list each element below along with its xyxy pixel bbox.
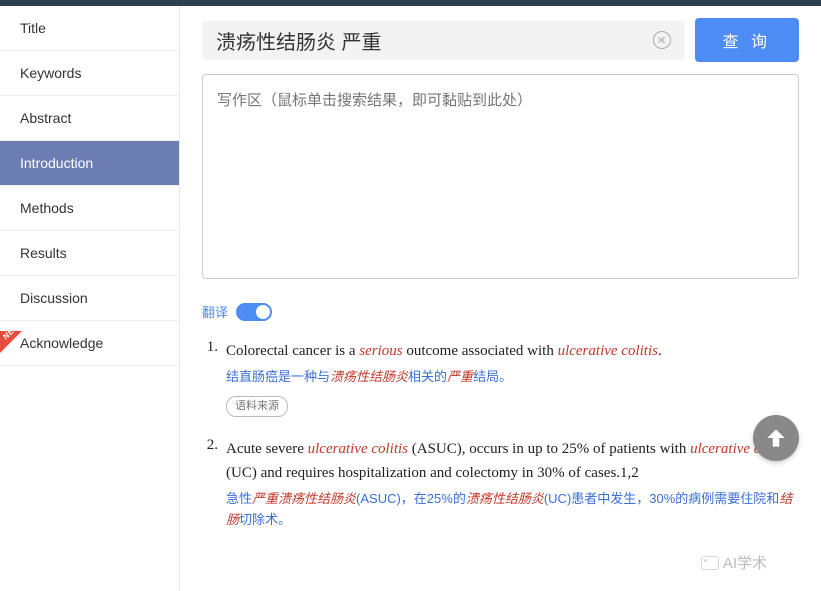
search-input[interactable]	[216, 29, 653, 52]
nav-methods[interactable]: Methods	[0, 186, 179, 231]
new-badge	[0, 331, 22, 353]
writing-textarea[interactable]	[202, 74, 799, 279]
search-box: ✕	[202, 21, 685, 60]
nav-abstract[interactable]: Abstract	[0, 96, 179, 141]
translation: 结直肠癌是一种与溃疡性结肠炎相关的严重结局。	[226, 367, 799, 388]
arrow-up-icon	[763, 425, 789, 451]
result-number: 2.	[202, 437, 226, 531]
sidebar: Title Keywords Abstract Introduction Met…	[0, 6, 180, 591]
nav-results[interactable]: Results	[0, 231, 179, 276]
main-content: ✕ 查 询 翻译 1. Colorectal cancer is a serio…	[180, 6, 821, 591]
nav-introduction[interactable]: Introduction	[0, 141, 179, 186]
result-text: Colorectal cancer is a	[226, 343, 359, 359]
result-item[interactable]: 1. Colorectal cancer is a serious outcom…	[202, 339, 799, 417]
nav-keywords[interactable]: Keywords	[0, 51, 179, 96]
scroll-top-button[interactable]	[753, 415, 799, 461]
nav-acknowledge[interactable]: Acknowledge	[0, 321, 179, 366]
highlight: ulcerative colitis	[558, 343, 658, 359]
result-text: Acute severe	[226, 441, 308, 457]
watermark: AI学术	[701, 552, 767, 573]
result-number: 1.	[202, 339, 226, 417]
wechat-icon	[701, 556, 719, 570]
clear-icon[interactable]: ✕	[653, 31, 671, 49]
result-item[interactable]: 2. Acute severe ulcerative colitis (ASUC…	[202, 437, 799, 531]
translate-label: 翻译	[202, 302, 228, 321]
translation: 急性严重溃疡性结肠炎(ASUC)，在25%的溃疡性结肠炎(UC)患者中发生，30…	[226, 489, 799, 531]
highlight: serious	[359, 343, 402, 359]
translate-toggle[interactable]	[236, 303, 272, 321]
nav-discussion[interactable]: Discussion	[0, 276, 179, 321]
results-list: 1. Colorectal cancer is a serious outcom…	[202, 339, 799, 531]
source-button[interactable]: 语料来源	[226, 396, 288, 418]
highlight: ulcerative colitis	[308, 441, 408, 457]
result-text: (ASUC), occurs in up to 25% of patients …	[408, 441, 690, 457]
result-text: .	[658, 343, 662, 359]
query-button[interactable]: 查 询	[695, 18, 799, 62]
result-text: (UC) and requires hospitalization and co…	[226, 465, 639, 481]
nav-title[interactable]: Title	[0, 6, 179, 51]
result-text: outcome associated with	[403, 343, 558, 359]
